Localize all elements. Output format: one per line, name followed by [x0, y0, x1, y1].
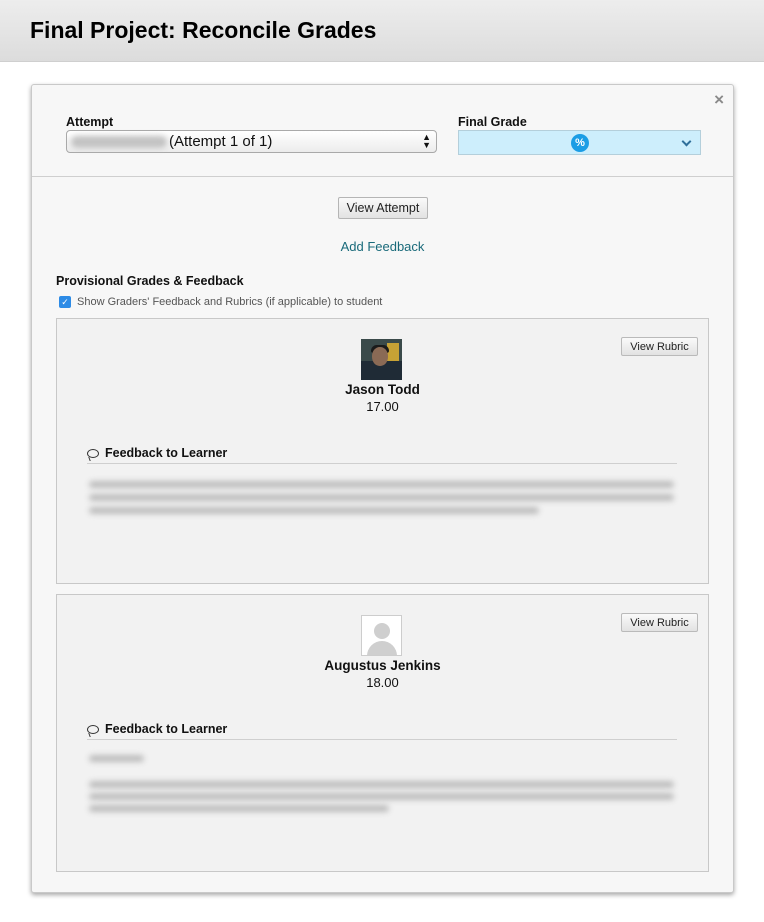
speech-bubble-icon: [87, 449, 99, 458]
feedback-heading-label: Feedback to Learner: [105, 446, 228, 460]
student-name-redacted: [71, 136, 167, 149]
show-feedback-row[interactable]: ✓ Show Graders' Feedback and Rubrics (if …: [59, 296, 383, 309]
attempt-select[interactable]: (Attempt 1 of 1) ▲ ▼: [66, 130, 437, 153]
speech-bubble-icon: [87, 725, 99, 734]
attempt-grade-section: Attempt (Attempt 1 of 1) ▲ ▼ Final Grade …: [32, 85, 733, 177]
grader-name: Augustus Jenkins: [324, 658, 441, 673]
feedback-heading: Feedback to Learner: [87, 722, 677, 740]
show-feedback-label: Show Graders' Feedback and Rubrics (if a…: [77, 296, 383, 309]
view-attempt-button[interactable]: View Attempt: [338, 197, 428, 219]
view-rubric-button[interactable]: View Rubric: [621, 337, 698, 356]
add-feedback-label[interactable]: Add Feedback: [341, 239, 425, 254]
page-header: Final Project: Reconcile Grades: [0, 0, 764, 62]
grader-score: 17.00: [366, 399, 399, 414]
grader-card: View Rubric Augustus Jenkins 18.00 Feedb…: [56, 594, 709, 872]
feedback-heading-label: Feedback to Learner: [105, 722, 228, 736]
page-title: Final Project: Reconcile Grades: [30, 17, 377, 43]
avatar: [361, 339, 402, 380]
chevron-down-icon: [681, 136, 692, 147]
provisional-grades-heading: Provisional Grades & Feedback: [56, 274, 244, 288]
percent-icon: %: [571, 134, 589, 152]
attempt-select-value: (Attempt 1 of 1): [169, 133, 273, 150]
reconcile-dialog: × Attempt (Attempt 1 of 1) ▲ ▼ Final Grad…: [31, 84, 734, 893]
grader-name: Jason Todd: [345, 382, 420, 397]
show-feedback-checkbox[interactable]: ✓: [59, 296, 71, 309]
avatar: [361, 615, 402, 656]
grader-score: 18.00: [366, 675, 399, 690]
select-arrows-icon: ▲ ▼: [422, 132, 431, 150]
add-feedback-link[interactable]: Add Feedback: [32, 239, 733, 254]
view-rubric-button[interactable]: View Rubric: [621, 613, 698, 632]
final-grade-label: Final Grade: [458, 115, 527, 129]
grader-card: View Rubric Jason Todd 17.00 Feedback to…: [56, 318, 709, 584]
feedback-heading: Feedback to Learner: [87, 446, 677, 464]
attempt-label: Attempt: [66, 115, 114, 129]
final-grade-select[interactable]: %: [458, 130, 701, 155]
